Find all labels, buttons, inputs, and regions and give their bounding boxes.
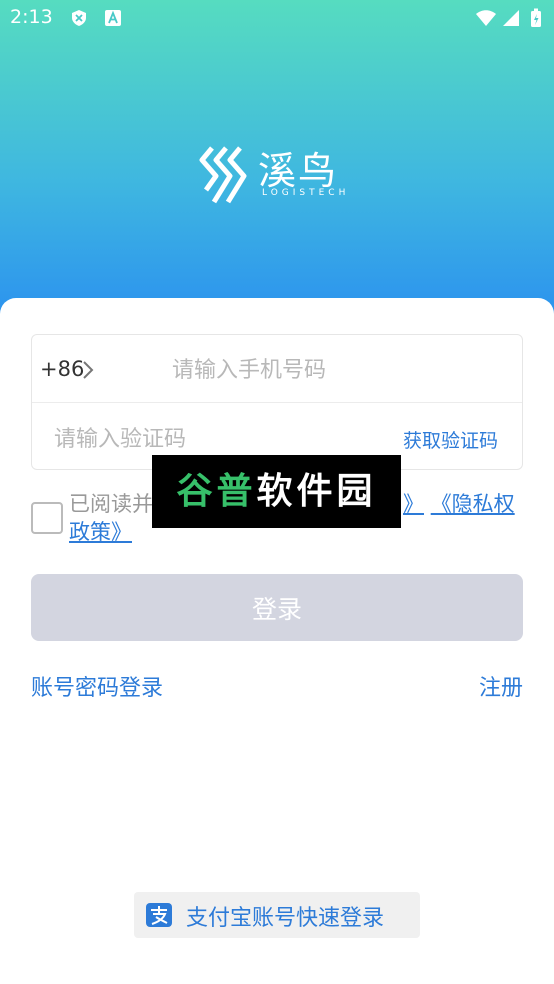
alipay-login-button[interactable]: 支付宝账号快速登录 xyxy=(134,892,420,938)
agreement-checkbox[interactable] xyxy=(31,502,63,534)
alipay-icon xyxy=(146,903,172,927)
phone-row: +86 xyxy=(32,335,522,403)
user-agreement-link[interactable]: 》 xyxy=(403,492,424,516)
watermark-text-white: 软件园 xyxy=(256,471,377,512)
password-login-link[interactable]: 账号密码登录 xyxy=(31,670,163,702)
app-logo: 溪鸟 LOGISTECH xyxy=(198,140,358,208)
country-code-selector[interactable]: +86 xyxy=(40,357,84,381)
shield-icon xyxy=(72,10,86,26)
header-banner: 2:13 溪鸟 LOGISTECH xyxy=(0,0,554,330)
login-button[interactable]: 登录 xyxy=(31,574,523,641)
get-code-button[interactable]: 获取验证码 xyxy=(403,426,498,453)
phone-input[interactable] xyxy=(170,351,504,389)
watermark-text-green: 谷普 xyxy=(176,471,257,512)
status-time: 2:13 xyxy=(10,6,53,28)
brand-tagline: LOGISTECH xyxy=(262,188,350,198)
register-link[interactable]: 注册 xyxy=(479,670,523,702)
status-bar: 2:13 xyxy=(0,0,554,38)
chevron-right-icon[interactable] xyxy=(82,360,94,380)
agreement-prefix: 已阅读并 xyxy=(69,492,153,516)
font-a-icon xyxy=(105,10,121,26)
battery-icon xyxy=(531,8,541,27)
logo-chevrons-icon xyxy=(199,146,247,204)
wifi-icon xyxy=(476,10,496,26)
brand-name: 溪鸟 xyxy=(258,149,339,193)
watermark-overlay: 谷普软件园 xyxy=(152,455,401,528)
alipay-login-label: 支付宝账号快速登录 xyxy=(186,906,385,931)
login-form: +86 获取验证码 xyxy=(31,334,523,470)
verification-code-input[interactable] xyxy=(52,420,386,458)
cellular-signal-icon xyxy=(503,10,519,26)
